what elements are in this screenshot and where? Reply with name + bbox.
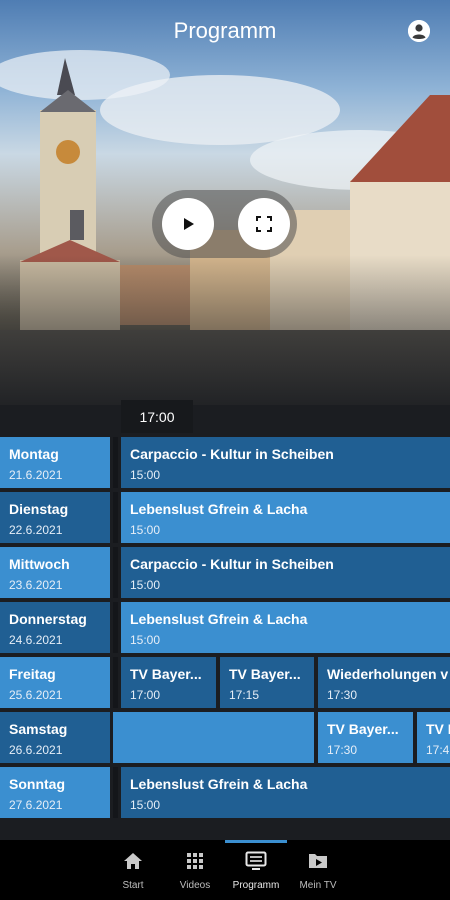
lane-divider (113, 767, 118, 818)
program-cell[interactable]: Lebenslust Gfrein & Lacha 15:00 (121, 492, 450, 543)
program-title: Carpaccio - Kultur in Scheiben (130, 446, 334, 462)
program-time: 17:4 (426, 743, 450, 757)
schedule-row-dienstag: Dienstag 22.6.2021 Lebenslust Gfrein & L… (0, 492, 450, 543)
schedule-row-donnerstag: Donnerstag 24.6.2021 Lebenslust Gfrein &… (0, 602, 450, 653)
program-cell[interactable]: TV I 17:4 (417, 712, 450, 763)
day-cell[interactable]: Mittwoch 23.6.2021 (0, 547, 110, 598)
program-time: 15:00 (130, 578, 161, 592)
program-title: Lebenslust Gfrein & Lacha (130, 611, 308, 627)
program-time: 15:00 (130, 523, 161, 537)
program-time: 15:00 (130, 633, 161, 647)
program-cell[interactable]: Lebenslust Gfrein & Lacha 15:00 (121, 602, 450, 653)
page-title: Programm (173, 18, 277, 43)
day-date: 27.6.2021 (9, 798, 63, 812)
program-cell[interactable]: Carpaccio - Kultur in Scheiben 15:00 (121, 547, 450, 598)
nav-item-videos[interactable]: Videos (164, 840, 226, 900)
current-time-marker: 17:00 (121, 400, 193, 433)
hero-shade (0, 255, 450, 405)
day-name: Montag (9, 446, 59, 462)
bottom-navigation: Start Videos Programm Mein TV (0, 840, 450, 900)
nav-item-label: Videos (179, 880, 211, 891)
account-circle-icon[interactable] (408, 20, 430, 42)
program-cell[interactable]: Wiederholungen v 17:30 (318, 657, 450, 708)
lane-divider (113, 657, 118, 708)
nav-item-label: Mein TV (299, 880, 337, 891)
program-cell[interactable]: TV Bayer... 17:15 (220, 657, 314, 708)
program-time: 17:30 (327, 743, 358, 757)
program-cell[interactable]: Lebenslust Gfrein & Lacha 15:00 (121, 767, 450, 818)
program-title: TV Bayer... (327, 721, 399, 737)
schedule-row-samstag: Samstag 26.6.2021 TV Bayer... 17:30 TV I… (0, 712, 450, 763)
day-name: Dienstag (9, 501, 69, 517)
day-name: Mittwoch (9, 556, 70, 572)
nav-item-programm[interactable]: Programm (225, 840, 287, 900)
program-cell[interactable]: Carpaccio - Kultur in Scheiben 15:00 (121, 437, 450, 488)
grid-icon (187, 853, 203, 869)
program-schedule[interactable]: Montag 21.6.2021 Carpaccio - Kultur in S… (0, 437, 450, 820)
day-date: 26.6.2021 (9, 743, 63, 757)
schedule-row-sonntag: Sonntag 27.6.2021 Lebenslust Gfrein & La… (0, 767, 450, 818)
day-cell[interactable]: Montag 21.6.2021 (0, 437, 110, 488)
tv-guide-icon (245, 851, 267, 870)
program-title: TV Bayer... (229, 666, 301, 682)
play-button[interactable] (162, 198, 214, 250)
nav-item-label: Start (122, 880, 144, 891)
day-cell[interactable]: Sonntag 27.6.2021 (0, 767, 110, 818)
video-player[interactable]: Programm (0, 0, 450, 405)
player-controls (152, 190, 297, 258)
program-time: 15:00 (130, 468, 161, 482)
day-cell[interactable]: Samstag 26.6.2021 (0, 712, 110, 763)
lane-divider (113, 602, 118, 653)
program-title: Wiederholungen v (327, 666, 449, 682)
program-title: Lebenslust Gfrein & Lacha (130, 501, 308, 517)
day-cell[interactable]: Dienstag 22.6.2021 (0, 492, 110, 543)
day-name: Samstag (9, 721, 68, 737)
program-time: 15:00 (130, 798, 161, 812)
fullscreen-icon (256, 216, 272, 232)
day-date: 24.6.2021 (9, 633, 63, 647)
day-name: Freitag (9, 666, 56, 682)
day-date: 25.6.2021 (9, 688, 63, 702)
lane-divider (113, 492, 118, 543)
day-cell[interactable]: Donnerstag 24.6.2021 (0, 602, 110, 653)
day-name: Sonntag (9, 776, 65, 792)
program-title: Carpaccio - Kultur in Scheiben (130, 556, 334, 572)
day-date: 23.6.2021 (9, 578, 63, 592)
program-cell[interactable]: TV Bayer... 17:00 (121, 657, 216, 708)
day-name: Donnerstag (9, 611, 87, 627)
nav-item-mein-tv[interactable]: Mein TV (287, 840, 349, 900)
program-title: TV Bayer... (130, 666, 202, 682)
schedule-row-freitag: Freitag 25.6.2021 TV Bayer... 17:00 TV B… (0, 657, 450, 708)
program-time: 17:30 (327, 688, 358, 702)
day-date: 22.6.2021 (9, 523, 63, 537)
nav-item-start[interactable]: Start (102, 840, 164, 900)
nav-item-label: Programm (232, 880, 280, 891)
program-cell[interactable]: TV Bayer... 17:30 (318, 712, 413, 763)
home-icon (124, 853, 142, 869)
program-time: 17:00 (130, 688, 161, 702)
folder-icon (309, 854, 327, 868)
day-cell[interactable]: Freitag 25.6.2021 (0, 657, 110, 708)
day-date: 21.6.2021 (9, 468, 63, 482)
lane-divider (113, 547, 118, 598)
lane-divider (113, 437, 118, 488)
program-title: Lebenslust Gfrein & Lacha (130, 776, 308, 792)
play-icon (184, 218, 194, 230)
program-title: TV I (426, 721, 450, 737)
schedule-row-montag: Montag 21.6.2021 Carpaccio - Kultur in S… (0, 437, 450, 488)
program-cell[interactable] (113, 712, 314, 763)
fullscreen-button[interactable] (238, 198, 290, 250)
program-time: 17:15 (229, 688, 260, 702)
schedule-row-mittwoch: Mittwoch 23.6.2021 Carpaccio - Kultur in… (0, 547, 450, 598)
